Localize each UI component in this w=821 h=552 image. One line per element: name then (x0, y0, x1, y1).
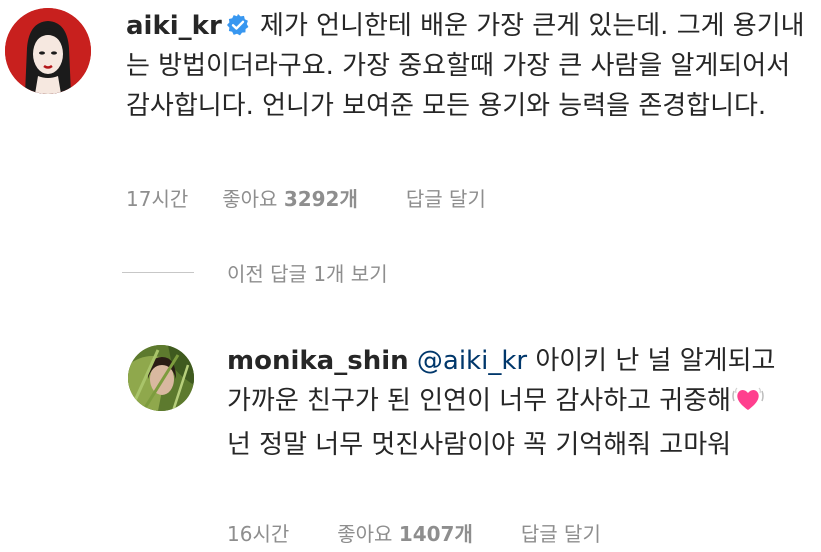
comment-likes[interactable]: 좋아요 3292개 (222, 183, 358, 212)
divider-line (122, 272, 194, 273)
view-replies-label: 이전 답글 1개 보기 (227, 262, 388, 286)
reply-button[interactable]: 답글 달기 (406, 183, 486, 212)
verified-badge-icon (226, 9, 250, 36)
avatar[interactable] (128, 345, 194, 411)
reply-body: monika_shin @aiki_kr 아이키 난 널 알게되고 가까운 친구… (227, 341, 787, 465)
comment-username[interactable]: aiki_kr (126, 11, 222, 41)
comment-meta: 17시간 좋아요 3292개 답글 달기 (126, 183, 486, 212)
reply-likes[interactable]: 좋아요 1407개 (337, 518, 473, 547)
reply-mention-link[interactable]: @aiki_kr (417, 346, 527, 376)
avatar-illustration (5, 8, 91, 94)
avatar-photo (128, 345, 194, 411)
view-replies-toggle[interactable]: 이전 답글 1개 보기 (122, 258, 388, 287)
reply-reply-button[interactable]: 답글 달기 (521, 518, 601, 547)
growing-heart-emoji-icon (731, 385, 765, 425)
reply-time: 16시간 (227, 522, 290, 546)
reply-meta: 16시간 좋아요 1407개 답글 달기 (227, 518, 601, 547)
comment-body: aiki_kr 제가 언니한테 배운 가장 큰게 있는데. 그게 용기내는 방법… (126, 6, 816, 126)
reply-username[interactable]: monika_shin (227, 346, 409, 376)
avatar[interactable] (5, 8, 91, 94)
reply-text-part2: 넌 정말 너무 멋진사람이야 꼭 기억해줘 고마워 (227, 430, 732, 460)
comment-time: 17시간 (126, 187, 189, 211)
